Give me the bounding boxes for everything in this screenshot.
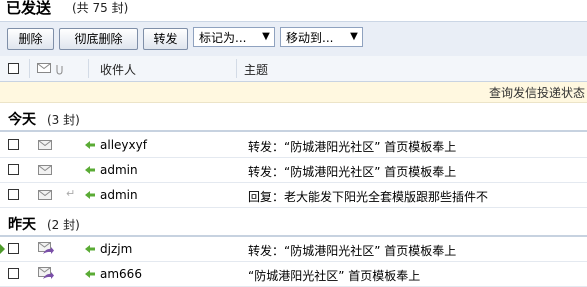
group-count: (2 封) [47,218,80,232]
delivery-status-bar: 查询发信投递状态 [0,82,587,103]
select-all-checkbox[interactable] [8,63,19,74]
delete-button[interactable]: 删除 [7,28,54,50]
column-divider [29,59,30,78]
list-item[interactable]: ↵ admin 回复：老大能发下阳光全套模版跟那些插件不 [0,183,587,208]
row-checkbox[interactable] [8,189,19,200]
envelope-read-icon [38,140,52,150]
mark-as-select[interactable]: 标记为... ▼ [193,27,275,47]
subject-column-header[interactable]: 主题 [244,61,268,78]
delete-permanently-button[interactable]: 彻底删除 [59,28,138,50]
column-header: 收件人 主题 [0,56,587,82]
sent-icon [85,191,95,199]
subject[interactable]: 转发：“防城港阳光社区” 首页模板奉上 [248,163,456,180]
group-count: (3 封) [47,113,80,127]
reply-arrow-icon: ↵ [66,187,76,200]
envelope-read-icon [38,190,52,200]
recipient: admin [100,163,138,177]
current-row-marker-icon [0,244,5,254]
sent-icon [85,166,95,174]
subject[interactable]: 转发：“防城港阳光社区” 首页模板奉上 [248,138,456,155]
recipient-column-header[interactable]: 收件人 [100,61,136,78]
row-checkbox[interactable] [8,268,19,279]
group-header-yesterday: 昨天 (2 封) [0,211,587,237]
delivery-status-link[interactable]: 查询发信投递状态 [489,84,585,101]
group-header-today: 今天 (3 封) [0,106,587,132]
recipient: djzjm [100,242,133,256]
move-to-label: 移动到... [286,31,334,45]
subject[interactable]: “防城港阳光社区” 首页模板奉上 [248,267,420,284]
list-item[interactable]: am666 “防城港阳光社区” 首页模板奉上 [0,262,587,287]
envelope-forwarded-icon [38,242,54,254]
folder-count: (共 75 封) [72,1,129,15]
subject[interactable]: 转发：“防城港阳光社区” 首页模板奉上 [248,242,456,259]
sent-icon [85,270,95,278]
chevron-down-icon: ▼ [262,31,270,42]
group-label: 昨天 [8,217,36,233]
row-checkbox[interactable] [8,164,19,175]
row-checkbox[interactable] [8,243,19,254]
column-divider [236,59,237,78]
recipient: am666 [100,267,142,281]
envelope-icon [37,63,63,75]
chevron-down-icon: ▼ [350,31,358,42]
envelope-forwarded-icon [38,267,54,279]
toolbar: 删除 彻底删除 转发 标记为... ▼ 移动到... ▼ [0,21,587,57]
folder-header: 已发送 (共 75 封) [0,0,587,20]
list-item[interactable]: admin 转发：“防城港阳光社区” 首页模板奉上 [0,158,587,183]
list-item[interactable]: djzjm 转发：“防城港阳光社区” 首页模板奉上 [0,237,587,262]
mark-as-label: 标记为... [199,31,247,45]
recipient: admin [100,188,138,202]
list-item[interactable]: alleyxyf 转发：“防城港阳光社区” 首页模板奉上 [0,133,587,158]
envelope-read-icon [38,165,52,175]
folder-title: 已发送 [6,0,52,17]
group-label: 今天 [8,112,36,128]
recipient: alleyxyf [100,138,147,152]
column-divider [88,59,89,78]
sent-icon [85,141,95,149]
sent-icon [85,245,95,253]
forward-button[interactable]: 转发 [143,28,188,50]
row-checkbox[interactable] [8,139,19,150]
subject[interactable]: 回复：老大能发下阳光全套模版跟那些插件不 [248,188,488,205]
move-to-select[interactable]: 移动到... ▼ [280,27,363,47]
